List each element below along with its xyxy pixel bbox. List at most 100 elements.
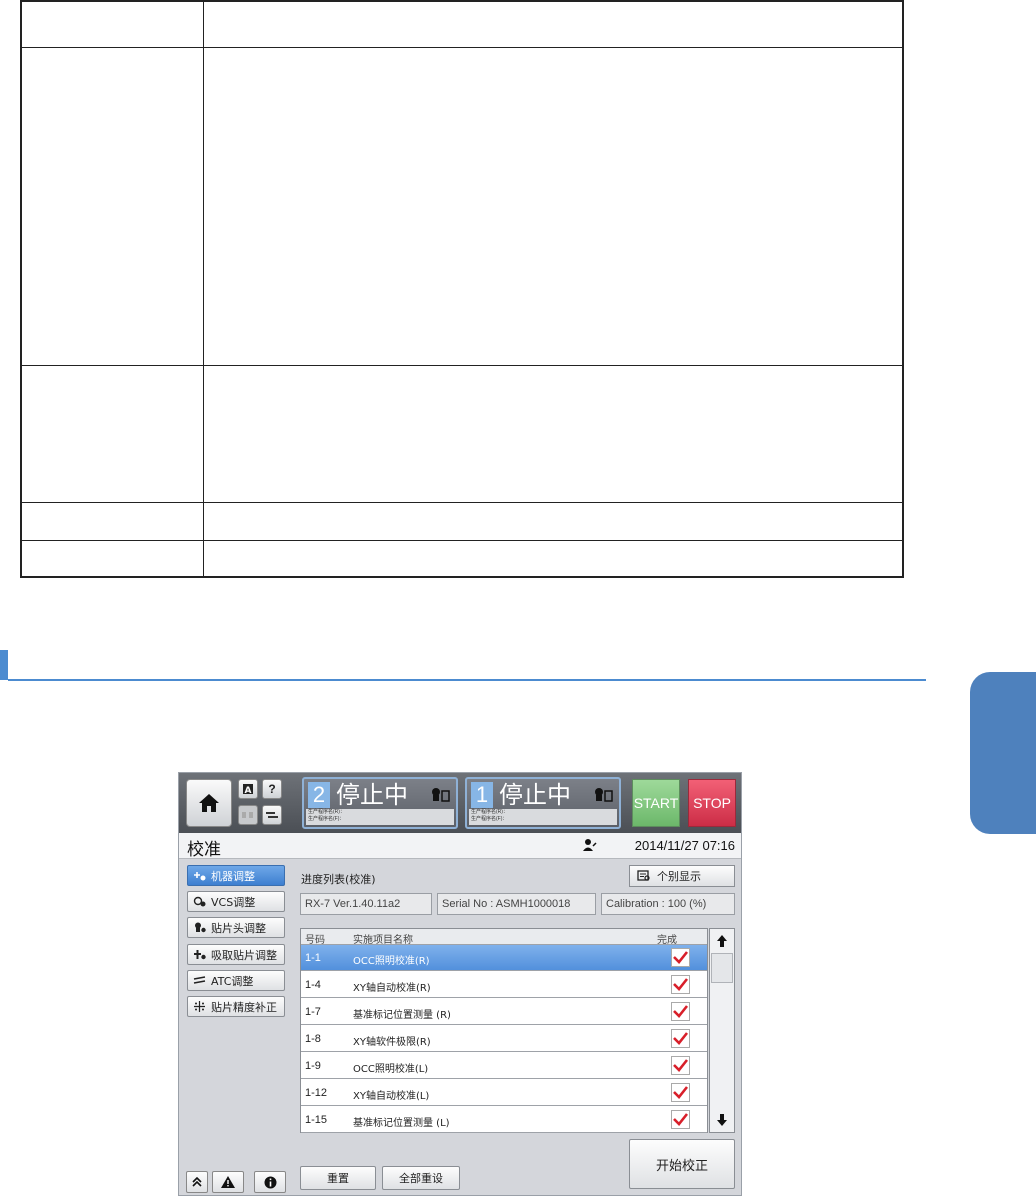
sidebar-item-label: VCS调整 bbox=[211, 895, 256, 909]
table-row-divider bbox=[22, 502, 902, 503]
sidebar-item-placement-accuracy[interactable]: 贴片精度补正 bbox=[187, 996, 285, 1017]
table-row[interactable]: 1-12 XY轴自动校准(L) bbox=[301, 1080, 707, 1106]
column-header-done: 完成 bbox=[657, 935, 677, 946]
row-code: 1-8 bbox=[305, 1033, 321, 1045]
table-row[interactable]: 1-7 基准标记位置测量 (R) bbox=[301, 999, 707, 1025]
head-1-status-panel[interactable]: 1 停止中 生产程序名(R)： 生产程序名(F)： bbox=[465, 777, 621, 829]
row-code: 1-9 bbox=[305, 1060, 321, 1072]
table-row-divider bbox=[22, 365, 902, 366]
table-row[interactable]: 1-4 XY轴自动校准(R) bbox=[301, 972, 707, 998]
document-table bbox=[20, 0, 904, 578]
row-name: XY轴自动校准(R) bbox=[353, 983, 431, 994]
progress-list-label: 进度列表(校准) bbox=[301, 873, 376, 886]
machine-adjust-icon bbox=[194, 872, 206, 881]
row-name: 基准标记位置测量 (L) bbox=[353, 1118, 450, 1129]
reset-button[interactable]: 重置 bbox=[300, 1166, 376, 1190]
calibration-table: 号码 实施项目名称 完成 1-1 OCC照明校准(R) 1-4 XY轴自动校准(R) 1… bbox=[300, 928, 708, 1133]
stop-button[interactable]: STOP bbox=[688, 779, 736, 827]
home-icon bbox=[199, 794, 219, 812]
sidebar-item-label: ATC调整 bbox=[211, 974, 254, 988]
machine-ui-screenshot: A ? 2 停止中 生产程序名(R)： 生产程序名(F)： 1 停止中 生产程序… bbox=[178, 772, 742, 1196]
table-row[interactable]: 1-8 XY轴软件极限(R) bbox=[301, 1026, 707, 1052]
info-button[interactable] bbox=[254, 1171, 286, 1193]
section-heading-marker bbox=[0, 650, 8, 680]
done-check-icon bbox=[671, 1056, 690, 1075]
row-code: 1-1 bbox=[305, 952, 321, 964]
table-row[interactable]: 1-1 OCC照明校准(R) bbox=[301, 945, 707, 971]
serial-field: Serial No : ASMH1000018 bbox=[437, 893, 596, 915]
scroll-up-button[interactable] bbox=[710, 929, 734, 953]
home-button[interactable] bbox=[186, 779, 232, 827]
svg-text:A: A bbox=[245, 786, 252, 795]
done-check-icon bbox=[671, 1029, 690, 1048]
program-name-box: 生产程序名(R)： 生产程序名(F)： bbox=[469, 809, 617, 825]
row-name: OCC照明校准(R) bbox=[353, 956, 430, 967]
row-name: OCC照明校准(L) bbox=[353, 1064, 429, 1075]
table-column-divider bbox=[203, 2, 204, 576]
operator-icon bbox=[242, 812, 253, 818]
placement-head-icon bbox=[595, 788, 613, 802]
sidebar-item-machine-adjust[interactable]: 机器调整 bbox=[187, 865, 285, 886]
calibration-field: Calibration : 100 (%) bbox=[601, 893, 735, 915]
row-code: 1-7 bbox=[305, 1006, 321, 1018]
mode-button[interactable]: A bbox=[238, 779, 258, 799]
pickup-gear-icon bbox=[194, 950, 206, 960]
head-number: 2 bbox=[308, 782, 330, 808]
mode-a-icon: A bbox=[243, 784, 253, 795]
row-code: 1-4 bbox=[305, 979, 321, 991]
head-number: 1 bbox=[471, 782, 493, 808]
datetime: 2014/11/27 07:16 bbox=[634, 838, 735, 853]
done-check-icon bbox=[671, 948, 690, 967]
done-check-icon bbox=[671, 1002, 690, 1021]
sidebar-item-atc-adjust[interactable]: ATC调整 bbox=[187, 970, 285, 991]
sidebar-item-vcs-adjust[interactable]: VCS调整 bbox=[187, 891, 285, 912]
sidebar-item-label: 吸取贴片调整 bbox=[211, 948, 277, 962]
info-icon bbox=[264, 1176, 276, 1188]
arrow-down-icon bbox=[717, 1114, 727, 1126]
individual-display-button[interactable]: 个别显示 bbox=[629, 865, 735, 887]
version-field: RX-7 Ver.1.40.11a2 bbox=[300, 893, 432, 915]
table-row[interactable]: 1-9 OCC照明校准(L) bbox=[301, 1053, 707, 1079]
top-toolbar: A ? 2 停止中 生产程序名(R)： 生产程序名(F)： 1 停止中 生产程序… bbox=[179, 773, 741, 833]
done-check-icon bbox=[671, 975, 690, 994]
start-calibration-button[interactable]: 开始校正 bbox=[629, 1139, 735, 1189]
done-check-icon bbox=[671, 1083, 690, 1102]
row-name: XY轴自动校准(L) bbox=[353, 1091, 430, 1102]
program-name-f: 生产程序名(F)： bbox=[471, 816, 508, 822]
double-chevron-up-icon bbox=[192, 1177, 202, 1187]
operator-button[interactable] bbox=[238, 805, 258, 825]
section-heading-rule bbox=[8, 679, 926, 681]
start-button[interactable]: START bbox=[632, 779, 680, 827]
table-header: 号码 实施项目名称 完成 bbox=[301, 929, 707, 946]
table-row-divider bbox=[22, 540, 902, 541]
warning-icon bbox=[221, 1176, 235, 1188]
column-header-name: 实施项目名称 bbox=[353, 935, 413, 946]
arrow-up-icon bbox=[717, 935, 727, 947]
warning-button[interactable] bbox=[212, 1171, 244, 1193]
table-row-divider bbox=[22, 47, 902, 48]
sidebar-item-label: 机器调整 bbox=[211, 869, 255, 883]
help-button[interactable]: ? bbox=[262, 779, 282, 799]
page-title: 校准 bbox=[187, 840, 221, 860]
expand-button[interactable] bbox=[186, 1171, 208, 1193]
row-name: XY轴软件极限(R) bbox=[353, 1037, 431, 1048]
table-scrollbar[interactable] bbox=[709, 928, 735, 1133]
column-header-code: 号码 bbox=[305, 935, 325, 946]
reset-all-button[interactable]: 全部重设 bbox=[382, 1166, 460, 1190]
sidebar-item-head-adjust[interactable]: 贴片头调整 bbox=[187, 917, 285, 938]
search-list-icon bbox=[637, 870, 650, 881]
program-name-r: 生产程序名(R)： bbox=[471, 809, 508, 815]
individual-display-label: 个别显示 bbox=[657, 870, 701, 883]
sidebar-item-pickup-adjust[interactable]: 吸取贴片调整 bbox=[187, 944, 285, 965]
camera-gear-icon bbox=[193, 896, 206, 907]
accuracy-icon bbox=[194, 1001, 205, 1012]
program-name-f: 生产程序名(F)： bbox=[308, 816, 345, 822]
scroll-down-button[interactable] bbox=[710, 1108, 734, 1132]
table-row[interactable]: 1-15 基准标记位置测量 (L) bbox=[301, 1107, 707, 1133]
head-2-status-panel[interactable]: 2 停止中 生产程序名(R)： 生产程序名(F)： bbox=[302, 777, 458, 829]
network-button[interactable] bbox=[262, 805, 282, 825]
scroll-thumb[interactable] bbox=[711, 953, 733, 983]
placement-head-icon bbox=[432, 788, 450, 802]
program-name-box: 生产程序名(R)： 生产程序名(F)： bbox=[306, 809, 454, 825]
network-icon bbox=[266, 812, 278, 818]
